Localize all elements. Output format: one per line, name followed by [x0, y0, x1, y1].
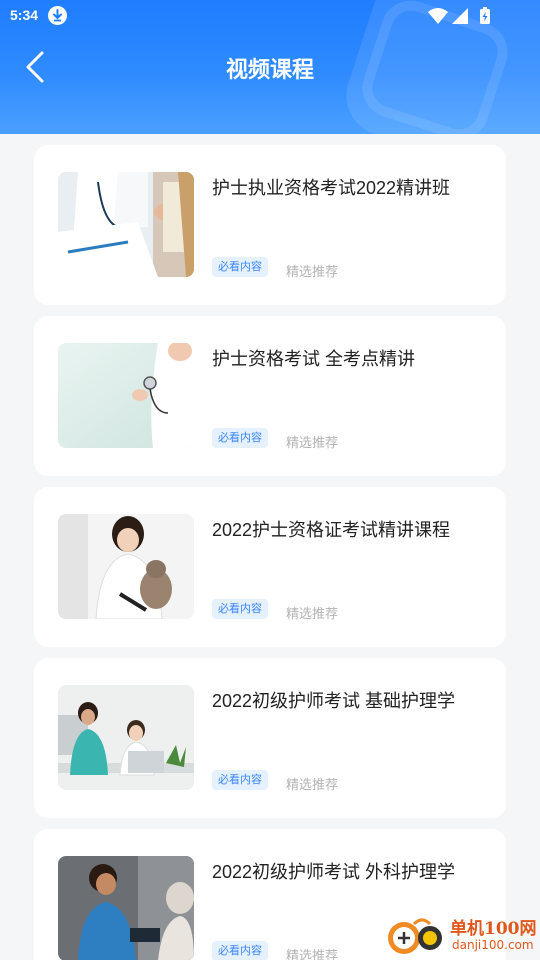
watermark-logo-icon: [388, 918, 442, 954]
header: 5:34 视频课程: [0, 0, 540, 134]
recommend-label: 精选推荐: [286, 435, 339, 450]
recommend-label: 精选推荐: [286, 264, 339, 279]
course-thumbnail: [58, 343, 194, 448]
must-see-badge: 必看内容: [212, 770, 268, 790]
course-thumbnail: [58, 685, 194, 790]
recommend-label: 精选推荐: [286, 948, 339, 960]
watermark-url: danji100.com: [452, 938, 534, 952]
course-list: 护士执业资格考试2022精讲班 必看内容 精选推荐 护士资格考试 全考点精讲 必…: [34, 145, 506, 960]
recommend-label: 精选推荐: [286, 606, 339, 621]
course-thumbnail: [58, 514, 194, 619]
status-icons: [428, 6, 508, 26]
site-watermark: 单机100网 danji100.com: [386, 914, 538, 960]
course-card[interactable]: 2022初级护师考试 基础护理学 必看内容 精选推荐: [34, 658, 506, 818]
battery-icon: [480, 7, 490, 24]
course-card[interactable]: 护士执业资格考试2022精讲班 必看内容 精选推荐: [34, 145, 506, 305]
must-see-badge: 必看内容: [212, 428, 268, 448]
watermark-text: 单机100网: [450, 919, 537, 939]
must-see-badge: 必看内容: [212, 941, 268, 960]
course-title: 护士执业资格考试2022精讲班: [212, 178, 451, 198]
course-title: 2022护士资格证考试精讲课程: [212, 520, 451, 540]
course-thumbnail: [58, 172, 194, 277]
signal-icon: [452, 8, 468, 24]
status-time: 5:34: [10, 7, 39, 23]
course-thumbnail: [58, 856, 194, 960]
course-title: 护士资格考试 全考点精讲: [212, 349, 415, 369]
download-icon: [48, 6, 67, 25]
page-title: 视频课程: [225, 57, 314, 82]
course-card[interactable]: 2022护士资格证考试精讲课程 必看内容 精选推荐: [34, 487, 506, 647]
must-see-badge: 必看内容: [212, 599, 268, 619]
recommend-label: 精选推荐: [286, 777, 339, 792]
wifi-icon: [428, 8, 448, 24]
course-title: 2022初级护师考试 基础护理学: [212, 691, 456, 711]
course-title: 2022初级护师考试 外科护理学: [212, 862, 456, 882]
must-see-badge: 必看内容: [212, 257, 268, 277]
course-card[interactable]: 护士资格考试 全考点精讲 必看内容 精选推荐: [34, 316, 506, 476]
status-bar: 5:34: [0, 0, 540, 32]
